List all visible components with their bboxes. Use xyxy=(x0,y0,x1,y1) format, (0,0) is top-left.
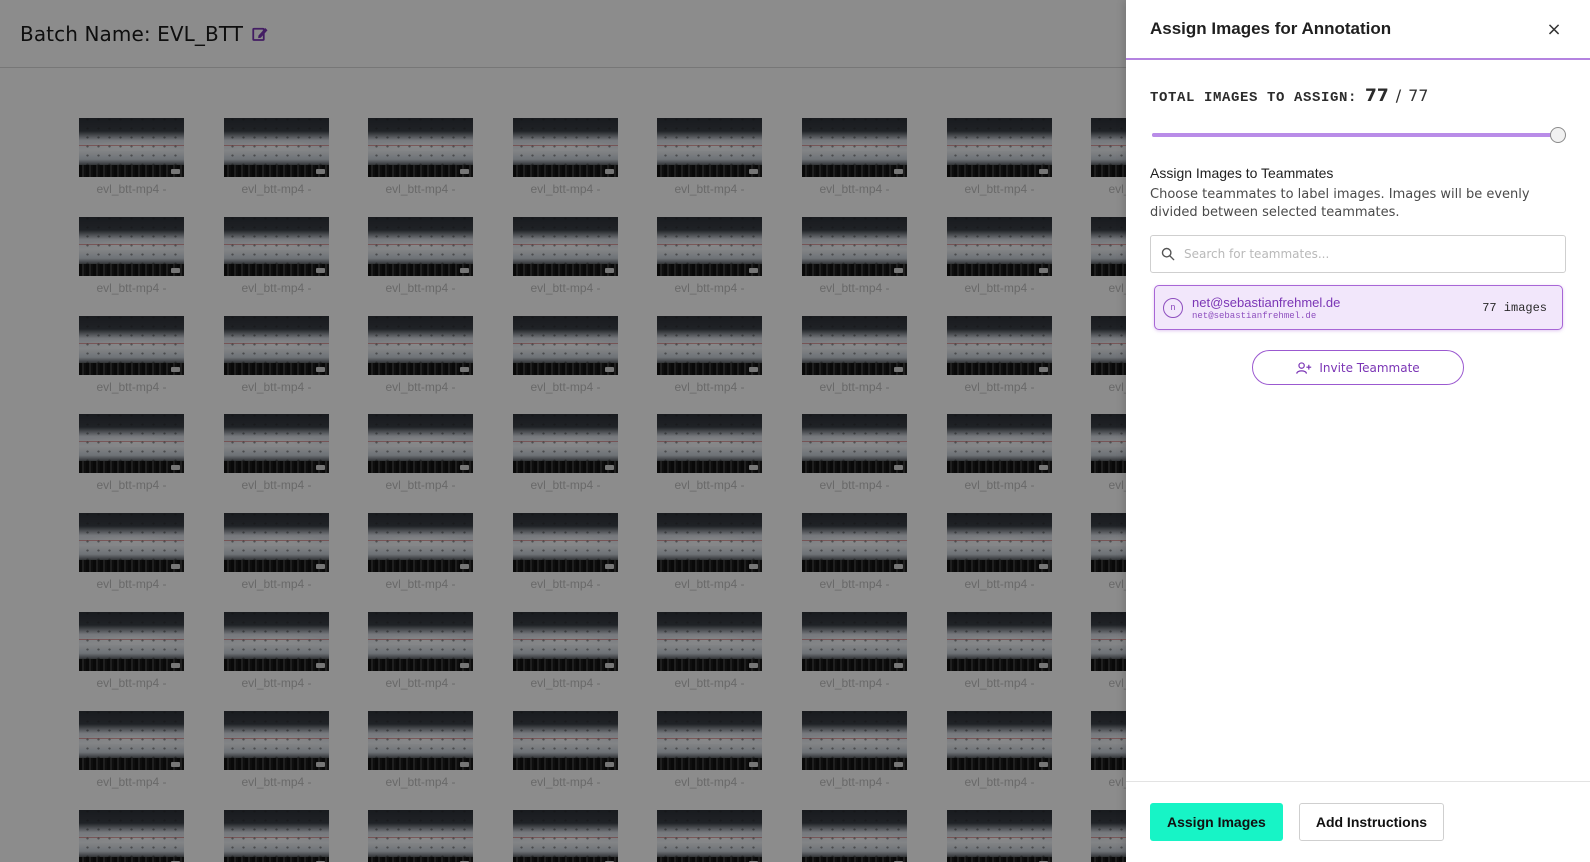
section-title: Assign Images to Teammates xyxy=(1150,165,1334,181)
total-images-row: TOTAL IMAGES TO ASSIGN: 77 / 77 xyxy=(1150,86,1566,106)
search-icon xyxy=(1161,247,1175,261)
total-images-separator: / xyxy=(1395,86,1402,105)
teammate-name: net@sebastianfrehmel.de xyxy=(1192,294,1341,310)
teammate-search[interactable] xyxy=(1150,235,1566,273)
avatar: n xyxy=(1163,297,1183,318)
section-description: Choose teammates to label images. Images… xyxy=(1150,187,1530,220)
slider-handle[interactable] xyxy=(1550,127,1566,143)
teammate-info: net@sebastianfrehmel.de net@sebastianfre… xyxy=(1192,295,1482,321)
assign-drawer: Assign Images for Annotation × TOTAL IMA… xyxy=(1126,0,1590,862)
invite-wrapper: Invite Teammate xyxy=(1150,350,1566,385)
invite-teammate-label: Invite Teammate xyxy=(1319,360,1420,375)
invite-teammate-button[interactable]: Invite Teammate xyxy=(1252,350,1464,385)
close-icon[interactable]: × xyxy=(1542,17,1566,41)
drawer-header: Assign Images for Annotation × xyxy=(1126,0,1590,60)
add-user-icon xyxy=(1296,361,1312,374)
teammate-email: net@sebastianfrehmel.de xyxy=(1192,310,1317,321)
add-instructions-button[interactable]: Add Instructions xyxy=(1298,803,1445,841)
search-input[interactable] xyxy=(1184,247,1555,261)
drawer-body: TOTAL IMAGES TO ASSIGN: 77 / 77 Assign I… xyxy=(1126,60,1590,781)
drawer-title: Assign Images for Annotation xyxy=(1150,19,1392,38)
total-images-count: 77 xyxy=(1365,86,1389,106)
teammate-item[interactable]: n net@sebastianfrehmel.de net@sebastianf… xyxy=(1154,285,1563,330)
slider-fill xyxy=(1152,133,1558,137)
drawer-footer: Assign Images Add Instructions xyxy=(1126,781,1590,862)
images-slider[interactable] xyxy=(1150,127,1566,143)
total-images-label: TOTAL IMAGES TO ASSIGN: xyxy=(1150,90,1358,106)
total-images-max: 77 xyxy=(1408,86,1429,105)
teammate-image-count: 77 images xyxy=(1482,300,1547,315)
assign-images-button[interactable]: Assign Images xyxy=(1150,803,1283,841)
